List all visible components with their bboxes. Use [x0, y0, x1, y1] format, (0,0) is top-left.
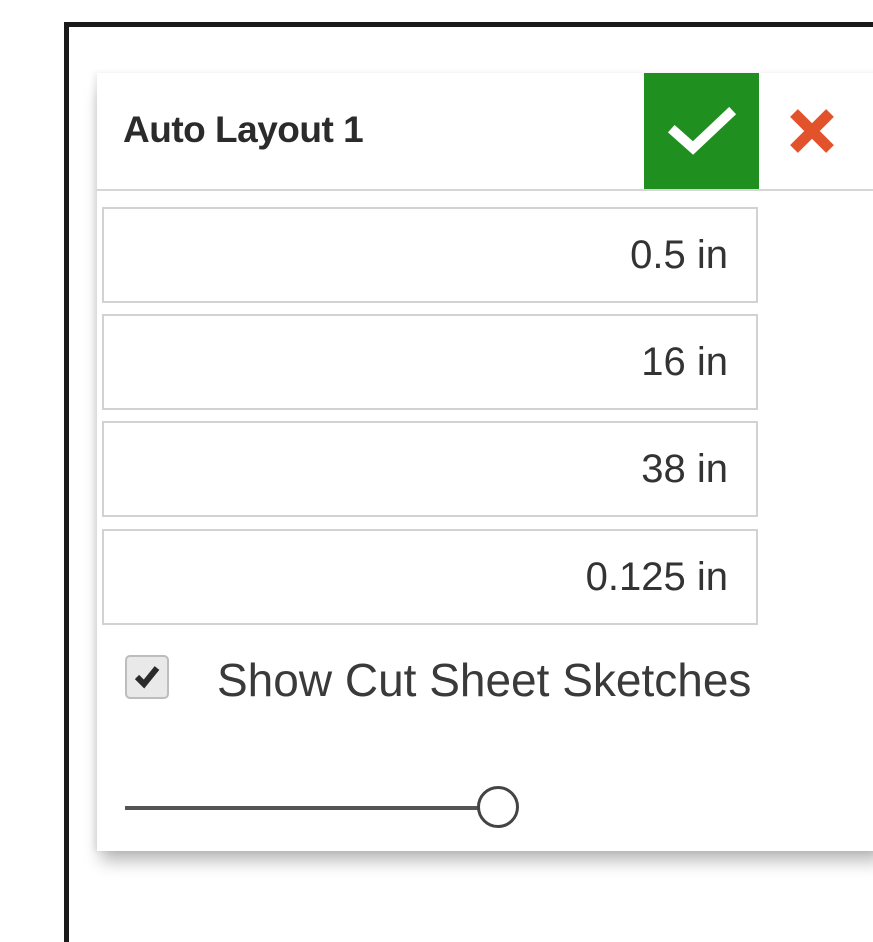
parameter-field-2	[102, 314, 758, 410]
parameter-field-3	[102, 421, 758, 517]
checkmark-icon	[667, 106, 737, 155]
parameter-field-4	[102, 529, 758, 625]
parameter-input-2[interactable]	[104, 316, 756, 408]
cancel-button[interactable]	[782, 101, 842, 161]
show-cut-sheet-sketches-option: Show Cut Sheet Sketches	[125, 651, 865, 715]
dialog-header: Auto Layout 1	[97, 73, 873, 191]
parameter-input-1[interactable]	[104, 209, 756, 301]
parameter-input-3[interactable]	[104, 423, 756, 515]
check-icon	[134, 666, 160, 689]
confirm-button[interactable]	[644, 73, 759, 189]
dialog-title: Auto Layout 1	[123, 109, 364, 150]
slider-track	[125, 806, 505, 810]
parameter-input-4[interactable]	[104, 531, 756, 623]
close-icon	[790, 109, 834, 153]
show-cut-sheet-sketches-checkbox[interactable]	[125, 655, 169, 699]
parameter-field-1	[102, 207, 758, 303]
slider-thumb[interactable]	[477, 786, 519, 828]
slider[interactable]	[125, 783, 535, 833]
auto-layout-dialog: Auto Layout 1 Show Cut Sheet Sketche	[97, 73, 873, 851]
show-cut-sheet-sketches-label: Show Cut Sheet Sketches	[217, 654, 752, 706]
